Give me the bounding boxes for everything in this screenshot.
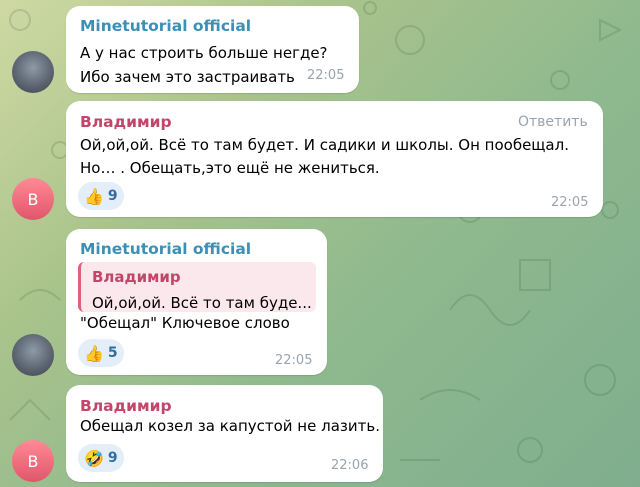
thumbs-up-icon: 👍 <box>84 343 104 363</box>
reply-button[interactable]: Ответить <box>518 114 588 130</box>
quoted-reply[interactable]: Владимир Ой,ой,ой. Всё то там буде... <box>78 262 316 312</box>
reaction-count: 5 <box>107 345 118 361</box>
avatar-vladimir[interactable]: В <box>12 440 54 482</box>
avatar-letter: В <box>27 189 39 209</box>
avatar-vladimir[interactable]: В <box>12 178 54 220</box>
message-time: 22:05 <box>307 68 345 83</box>
avatar-minetutorial[interactable] <box>12 51 54 93</box>
reaction-thumbs-up[interactable]: 👍 9 <box>78 182 124 210</box>
reaction-count: 9 <box>107 188 118 204</box>
message-time: 22:05 <box>551 195 589 210</box>
sender-name[interactable]: Minetutorial official <box>80 17 251 35</box>
thumbs-up-icon: 👍 <box>84 186 104 206</box>
rofl-face-icon: 🤣 <box>84 448 104 468</box>
sender-name[interactable]: Владимир <box>80 397 172 415</box>
message-bubble[interactable]: Владимир Обещал козел за капустой не лаз… <box>66 385 383 482</box>
message-text: Но… . Обещать,это ещё не жениться. <box>80 159 380 177</box>
reaction-rofl[interactable]: 🤣 9 <box>78 444 124 472</box>
message-bubble[interactable]: Владимир Ответить Ой,ой,ой. Всё то там б… <box>66 101 603 217</box>
avatar-minetutorial[interactable] <box>12 334 54 376</box>
message-text: Обещал козел за капустой не лазить. <box>80 417 380 435</box>
sender-name[interactable]: Владимир <box>80 113 172 131</box>
quote-author: Владимир <box>92 268 181 286</box>
sender-name[interactable]: Minetutorial official <box>80 240 251 258</box>
quote-text: Ой,ой,ой. Всё то там буде... <box>92 294 312 312</box>
message-text: Ибо зачем это застраивать <box>80 68 295 86</box>
message-bubble[interactable]: Minetutorial official Владимир Ой,ой,ой.… <box>66 229 327 375</box>
message-bubble[interactable]: Minetutorial official А у нас строить бо… <box>66 6 359 93</box>
reaction-count: 9 <box>107 450 118 466</box>
reaction-thumbs-up[interactable]: 👍 5 <box>78 339 124 367</box>
message-time: 22:05 <box>275 353 313 368</box>
message-text: "Обещал" Ключевое слово <box>80 314 290 332</box>
message-text: А у нас строить больше негде? <box>80 44 328 62</box>
message-time: 22:06 <box>331 458 369 473</box>
avatar-letter: В <box>27 451 39 471</box>
message-text: Ой,ой,ой. Всё то там будет. И садики и ш… <box>80 136 569 154</box>
